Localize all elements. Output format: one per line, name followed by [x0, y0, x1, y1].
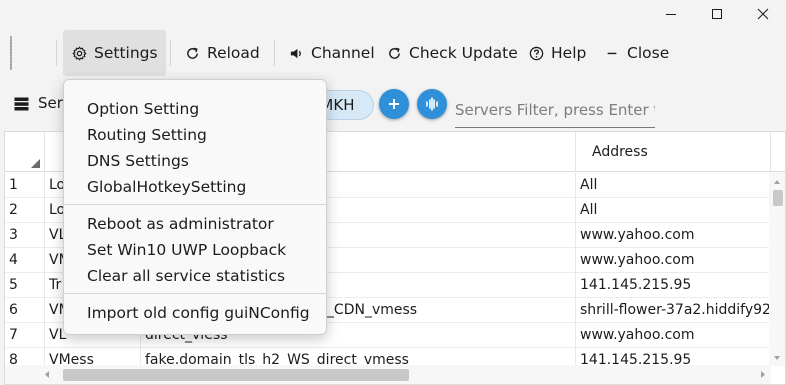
server-group-label: Ser [38, 94, 63, 112]
help-icon [528, 45, 544, 61]
vertical-scrollbar[interactable] [769, 172, 785, 366]
cell-address: www.yahoo.com [576, 323, 771, 348]
minimize-icon [666, 14, 676, 15]
menu-item-global-hotkey[interactable]: GlobalHotkeySetting [64, 174, 326, 200]
maximize-button[interactable] [694, 0, 740, 28]
reload-button[interactable]: Reload [176, 30, 268, 76]
settings-menu: Option Setting Routing Setting DNS Setti… [63, 79, 327, 335]
minus-icon [604, 45, 620, 61]
menu-item-routing-setting[interactable]: Routing Setting [64, 122, 326, 148]
cell-index: 5 [5, 273, 45, 298]
scroll-left-icon [45, 371, 49, 378]
close-button[interactable]: Close [596, 30, 677, 76]
waveform-icon [426, 97, 438, 111]
menu-item-uwp-loopback[interactable]: Set Win10 UWP Loopback [64, 237, 326, 263]
menu-separator [64, 293, 326, 294]
close-icon [757, 8, 769, 20]
help-label: Help [551, 44, 587, 62]
cell-address: shrill-flower-37a2.hiddify929 [576, 298, 771, 323]
server-filter-input[interactable] [455, 88, 655, 128]
server-list-icon [14, 96, 29, 115]
menu-separator [64, 204, 326, 205]
menu-item-reboot-admin[interactable]: Reboot as administrator [64, 211, 326, 237]
reload-icon [184, 45, 200, 61]
cell-index: 2 [5, 198, 45, 223]
minimize-button[interactable] [648, 0, 694, 28]
toolbar-separator [56, 40, 57, 66]
cell-index: 3 [5, 223, 45, 248]
vertical-scroll-thumb[interactable] [773, 190, 783, 206]
cell-index: 1 [5, 173, 45, 198]
cell-address: All [576, 173, 771, 198]
toolbar-grip[interactable] [10, 36, 12, 70]
scroll-right-icon [761, 371, 765, 378]
toolbar-separator [170, 40, 171, 66]
cell-address: All [576, 198, 771, 223]
cell-index: 4 [5, 248, 45, 273]
toolbar-separator [274, 40, 275, 66]
menu-item-import-config[interactable]: Import old config guiNConfig [64, 300, 326, 326]
reload-label: Reload [207, 44, 260, 62]
gear-icon [71, 45, 87, 61]
check-update-button[interactable]: Check Update [378, 30, 526, 76]
help-button[interactable]: Help [520, 30, 594, 76]
check-update-label: Check Update [409, 44, 518, 62]
maximize-icon [712, 9, 722, 19]
horizontal-scroll-thumb[interactable] [63, 369, 409, 381]
column-header-address[interactable]: Address [576, 132, 771, 172]
corner-triangle-icon [31, 159, 40, 168]
horizontal-scrollbar[interactable] [5, 365, 771, 384]
menu-item-dns-settings[interactable]: DNS Settings [64, 148, 326, 174]
menu-item-clear-statistics[interactable]: Clear all service statistics [64, 263, 326, 289]
cell-address: www.yahoo.com [576, 248, 771, 273]
cell-index: 6 [5, 298, 45, 323]
select-all-header[interactable] [5, 132, 45, 172]
cell-address: www.yahoo.com [576, 223, 771, 248]
scroll-down-icon [774, 356, 780, 360]
channel-button[interactable]: Channel [280, 30, 383, 76]
audio-button[interactable] [417, 89, 447, 119]
cell-index: 7 [5, 323, 45, 348]
main-toolbar: Settings Reload Channel Check Update Hel… [0, 28, 786, 78]
settings-label: Settings [94, 44, 158, 62]
close-window-button[interactable] [740, 0, 786, 28]
scroll-up-icon [774, 180, 780, 184]
plus-icon [389, 99, 399, 109]
channel-label: Channel [311, 44, 375, 62]
menu-item-option-setting[interactable]: Option Setting [64, 96, 326, 122]
settings-button[interactable]: Settings [63, 30, 166, 76]
refresh-icon [386, 45, 402, 61]
speaker-icon [288, 45, 304, 61]
cell-address: 141.145.215.95 [576, 273, 771, 298]
add-server-button[interactable] [379, 89, 409, 119]
close-label: Close [627, 44, 670, 62]
